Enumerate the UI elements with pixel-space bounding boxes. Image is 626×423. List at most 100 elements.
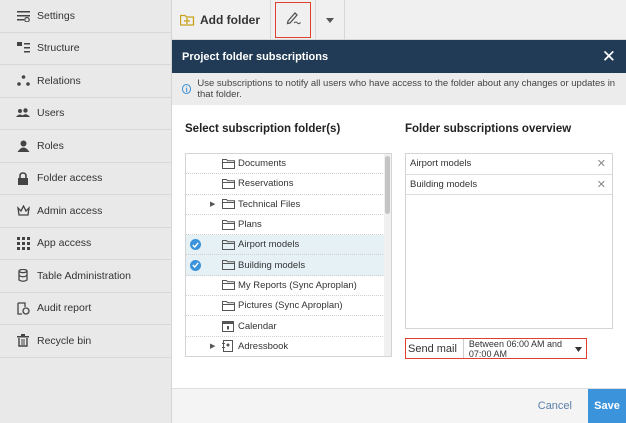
- tree-row-label: Reservations: [238, 178, 294, 190]
- audit-icon: [16, 301, 30, 315]
- remove-icon[interactable]: ✕: [597, 157, 606, 170]
- caret-down-icon: [326, 14, 334, 26]
- users-icon: [16, 106, 30, 120]
- sidebar: Settings Structure Relations Users Roles…: [0, 0, 172, 423]
- sidebar-item-label: Folder access: [37, 172, 103, 185]
- folder-tree: Documents Reservations ▶ Technical Files…: [185, 153, 392, 357]
- send-mail-select[interactable]: Between 06:00 AM and 07:00 AM: [464, 339, 586, 359]
- expand-arrow-icon[interactable]: ▶: [210, 342, 215, 350]
- sidebar-item-label: Audit report: [37, 302, 92, 315]
- sidebar-item-label: App access: [37, 237, 92, 250]
- tree-row[interactable]: ▶ Adressbook: [186, 337, 391, 356]
- folder-icon: [222, 178, 235, 189]
- tree-row[interactable]: Reservations: [186, 174, 391, 195]
- folder-icon: [222, 199, 235, 210]
- tree-row-label: My Reports (Sync Aproplan): [238, 279, 357, 291]
- pen-sign-icon: [285, 11, 301, 28]
- subscription-modal: Project folder subscriptions ✕ i Use sub…: [172, 40, 626, 423]
- sidebar-item-recycle-bin[interactable]: Recycle bin: [0, 325, 171, 358]
- sidebar-item-label: Relations: [37, 74, 81, 87]
- folder-icon: [222, 158, 235, 169]
- sidebar-item-app-access[interactable]: App access: [0, 228, 171, 260]
- folder-icon: [222, 219, 235, 230]
- info-text: Use subscriptions to notify all users wh…: [197, 78, 616, 100]
- caret-down-icon: [575, 344, 582, 354]
- tree-row-label: Building models: [238, 259, 306, 271]
- toolbar: Add folder: [172, 0, 626, 40]
- subscriptions-overview: Airport models ✕ Building models ✕: [405, 153, 613, 329]
- relations-icon: [16, 74, 30, 88]
- select-folders-title: Select subscription folder(s): [185, 123, 341, 135]
- sidebar-item-label: Recycle bin: [37, 334, 92, 347]
- info-banner: i Use subscriptions to notify all users …: [172, 73, 626, 105]
- toolbar-dropdown-button[interactable]: [315, 0, 345, 40]
- folder-icon: [222, 239, 235, 250]
- send-mail-label: Send mail: [406, 339, 464, 358]
- sidebar-item-label: Settings: [37, 9, 75, 22]
- modal-header: Project folder subscriptions ✕: [172, 40, 626, 73]
- tree-row[interactable]: Plans: [186, 215, 391, 236]
- tree-row[interactable]: Building models: [186, 255, 391, 276]
- tree-row-label: Adressbook: [238, 340, 289, 352]
- tree-row-label: Calendar: [238, 320, 277, 332]
- tree-row[interactable]: Calendar: [186, 316, 391, 337]
- folder-icon: [222, 300, 235, 311]
- tree-row[interactable]: My Reports (Sync Aproplan): [186, 276, 391, 297]
- grid-icon: [16, 236, 30, 250]
- tree-row[interactable]: ▶ Technical Files: [186, 195, 391, 215]
- tree-row[interactable]: Airport models: [186, 235, 391, 256]
- tree-row-label: Technical Files: [238, 198, 301, 210]
- expand-arrow-icon[interactable]: ▶: [210, 200, 215, 208]
- sidebar-item-label: Users: [37, 107, 65, 120]
- sidebar-item-label: Table Administration: [37, 269, 131, 282]
- remove-icon[interactable]: ✕: [597, 178, 606, 191]
- tree-row-label: Documents: [238, 158, 287, 170]
- roles-icon: [16, 139, 30, 153]
- sidebar-item-label: Structure: [37, 42, 80, 55]
- calendar-icon: [222, 320, 234, 333]
- sidebar-item-label: Roles: [37, 139, 64, 152]
- sidebar-item-users[interactable]: Users: [0, 98, 171, 130]
- overview-title: Folder subscriptions overview: [405, 123, 572, 135]
- tree-row-label: Pictures (Sync Aproplan): [238, 300, 343, 312]
- overview-item-label: Building models: [410, 178, 478, 190]
- check-circle-icon[interactable]: [190, 259, 201, 271]
- folder-icon: [222, 280, 235, 291]
- sidebar-item-folder-access[interactable]: Folder access: [0, 163, 171, 195]
- send-mail-control: Send mail Between 06:00 AM and 07:00 AM: [405, 338, 587, 359]
- addressbook-icon: [222, 340, 233, 353]
- tree-row-label: Airport models: [238, 239, 300, 251]
- close-icon[interactable]: ✕: [602, 48, 616, 65]
- folder-icon: [222, 260, 235, 271]
- sidebar-item-settings[interactable]: Settings: [0, 0, 171, 33]
- structure-icon: [16, 41, 30, 55]
- tree-row[interactable]: Documents: [186, 154, 391, 175]
- folder-add-icon: [180, 14, 195, 26]
- folder-subscription-button[interactable]: [275, 1, 311, 38]
- sidebar-item-admin-access[interactable]: Admin access: [0, 195, 171, 228]
- save-button[interactable]: Save: [588, 388, 626, 423]
- cancel-button[interactable]: Cancel: [538, 400, 572, 412]
- sidebar-item-structure[interactable]: Structure: [0, 33, 171, 65]
- settings-icon: [16, 9, 30, 23]
- list-item: Building models ✕: [406, 175, 612, 195]
- send-mail-value: Between 06:00 AM and 07:00 AM: [468, 338, 562, 359]
- scroll-thumb[interactable]: [385, 156, 390, 214]
- tree-row[interactable]: Pictures (Sync Aproplan): [186, 296, 391, 317]
- add-folder-label: Add folder: [200, 12, 260, 27]
- tree-scrollbar[interactable]: [384, 154, 391, 356]
- add-folder-button[interactable]: Add folder: [172, 0, 271, 40]
- tree-row-label: Plans: [238, 219, 262, 231]
- trash-icon: [16, 334, 30, 348]
- info-icon: i: [182, 84, 192, 94]
- sidebar-item-relations[interactable]: Relations: [0, 65, 171, 98]
- modal-title: Project folder subscriptions: [182, 50, 329, 63]
- sidebar-item-label: Admin access: [37, 204, 103, 217]
- database-icon: [16, 269, 30, 283]
- sidebar-item-roles[interactable]: Roles: [0, 130, 171, 163]
- sidebar-item-audit-report[interactable]: Audit report: [0, 293, 171, 325]
- modal-footer: Cancel Save: [172, 388, 626, 423]
- check-circle-icon[interactable]: [190, 239, 201, 251]
- sidebar-item-table-administration[interactable]: Table Administration: [0, 260, 171, 293]
- list-item: Airport models ✕: [406, 154, 612, 175]
